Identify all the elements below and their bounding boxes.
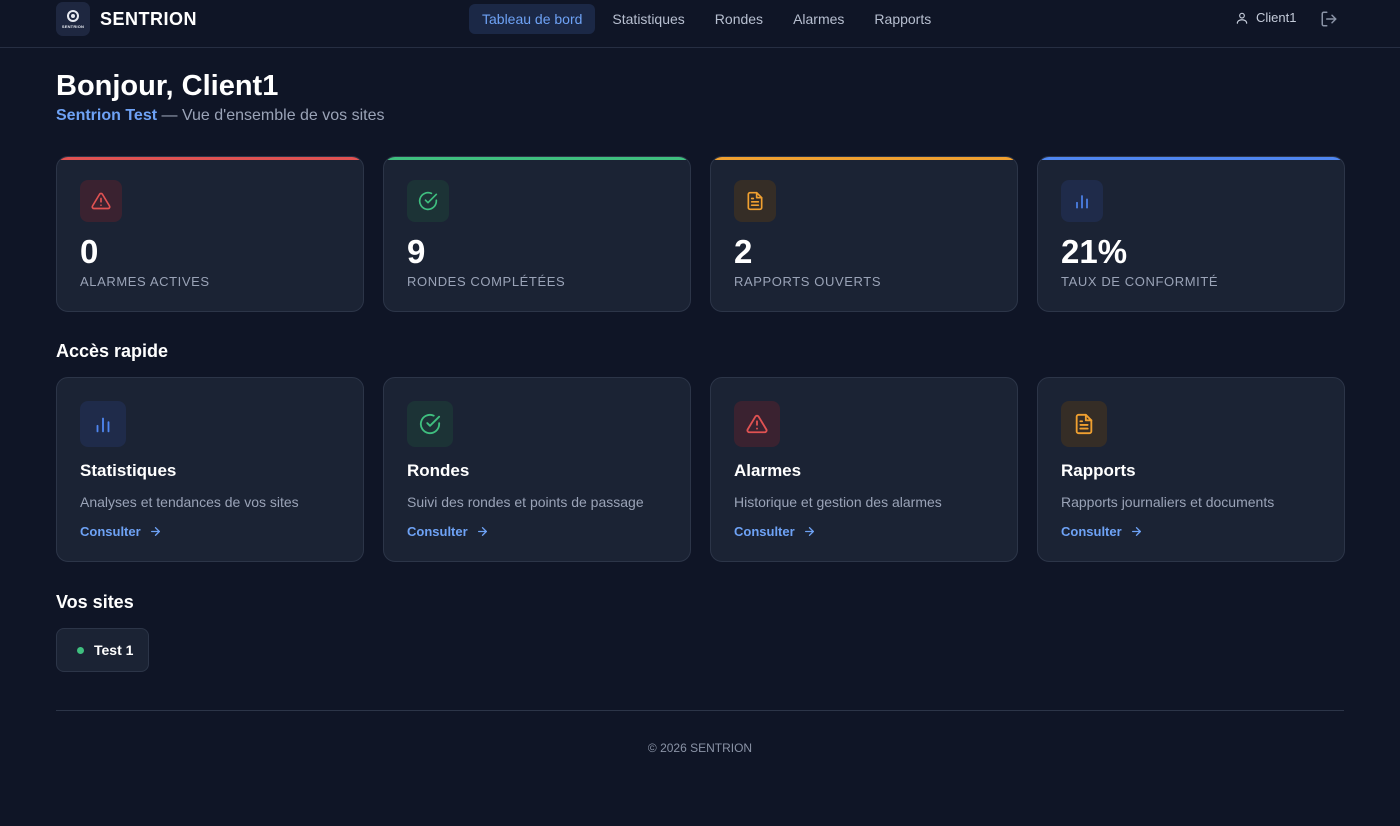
footer-copyright: © 2026 SENTRION xyxy=(647,741,753,755)
nav-link-dashboard[interactable]: Tableau de bord xyxy=(469,4,596,34)
arrow-right-icon xyxy=(804,527,814,536)
page-title: Bonjour, Client1 xyxy=(56,70,279,102)
stat-label: RONDES COMPLÉTÉES xyxy=(407,274,566,289)
quick-card-title: Statistiques xyxy=(80,461,177,480)
quick-card-statistics[interactable]: Statistiques Analyses et tendances de vo… xyxy=(56,377,364,562)
stat-value: 0 xyxy=(80,233,99,270)
stat-value: 21% xyxy=(1061,233,1128,270)
quick-card-title: Alarmes xyxy=(734,461,802,480)
logo-text: SENTRION xyxy=(61,23,85,29)
consult-link[interactable]: Consulter xyxy=(407,524,489,539)
brand[interactable]: SENTRION SENTRION xyxy=(56,2,197,36)
stats-row: 0 ALARMES ACTIVES 9 RONDES COMPLÉTÉES 2 … xyxy=(56,156,1345,312)
user-menu[interactable]: Client1 xyxy=(1235,10,1296,25)
stat-accent-bar xyxy=(57,157,363,160)
bar-chart-icon xyxy=(1076,195,1088,209)
quick-card-description: Analyses et tendances de vos sites xyxy=(80,494,299,510)
bar-chart-icon xyxy=(96,417,110,433)
document-icon xyxy=(1075,413,1093,435)
nav-link-statistics[interactable]: Statistiques xyxy=(599,4,697,34)
stat-label: ALARMES ACTIVES xyxy=(80,274,210,289)
quick-access-grid: Statistiques Analyses et tendances de vo… xyxy=(56,377,1345,562)
brand-name: SENTRION xyxy=(100,8,198,29)
stat-card-compliance: 21% TAUX DE CONFORMITÉ xyxy=(1037,156,1345,312)
quick-icon-box xyxy=(734,401,780,447)
consult-link-label: Consulter xyxy=(407,524,468,539)
sites-title: Vos sites xyxy=(56,592,134,612)
quick-card-description: Historique et gestion des alarmes xyxy=(734,494,942,510)
site-name: Test 1 xyxy=(94,642,134,658)
top-navbar: SENTRION SENTRION Tableau de bord Statis… xyxy=(0,0,1400,48)
stat-value: 2 xyxy=(734,233,753,270)
stat-accent-bar xyxy=(1038,157,1344,160)
quick-card-rounds[interactable]: Rondes Suivi des rondes et points de pas… xyxy=(383,377,691,562)
document-icon xyxy=(747,191,763,211)
stat-icon-box xyxy=(80,180,122,222)
quick-access-title: Accès rapide xyxy=(56,341,169,361)
quick-card-alarms[interactable]: Alarmes Historique et gestion des alarme… xyxy=(710,377,1018,562)
stat-accent-bar xyxy=(384,157,690,160)
check-circle-icon xyxy=(419,413,441,435)
consult-link[interactable]: Consulter xyxy=(80,524,162,539)
subtitle-text: — Vue d'ensemble de vos sites xyxy=(157,107,385,124)
nav-link-reports[interactable]: Rapports xyxy=(861,4,944,34)
nav-link-alarms[interactable]: Alarmes xyxy=(780,4,857,34)
consult-link-label: Consulter xyxy=(734,524,795,539)
user-icon xyxy=(1236,12,1248,24)
site-chip[interactable]: Test 1 xyxy=(56,628,149,672)
quick-icon-box xyxy=(407,401,453,447)
organization-name: Sentrion Test xyxy=(56,107,158,124)
user-name: Client1 xyxy=(1256,10,1297,25)
stat-value: 9 xyxy=(407,233,426,270)
consult-link[interactable]: Consulter xyxy=(1061,524,1143,539)
stat-icon-box xyxy=(1061,180,1103,222)
stat-icon-box xyxy=(734,180,776,222)
warning-icon xyxy=(91,192,111,210)
logo-mark-icon xyxy=(67,9,79,22)
arrow-right-icon xyxy=(477,527,487,536)
quick-card-reports[interactable]: Rapports Rapports journaliers et documen… xyxy=(1037,377,1345,562)
stat-card-alarms: 0 ALARMES ACTIVES xyxy=(56,156,364,312)
stat-label: RAPPORTS OUVERTS xyxy=(734,274,882,289)
quick-icon-box xyxy=(1061,401,1107,447)
stat-card-rounds: 9 RONDES COMPLÉTÉES xyxy=(383,156,691,312)
logout-icon xyxy=(1321,11,1337,27)
quick-card-title: Rapports xyxy=(1061,461,1136,480)
quick-card-description: Rapports journaliers et documents xyxy=(1061,494,1275,510)
stat-accent-bar xyxy=(711,157,1017,160)
quick-icon-box xyxy=(80,401,126,447)
stat-card-reports: 2 RAPPORTS OUVERTS xyxy=(710,156,1018,312)
logo: SENTRION xyxy=(56,2,90,36)
arrow-right-icon xyxy=(1131,527,1141,536)
page-subtitle: Sentrion Test — Vue d'ensemble de vos si… xyxy=(56,107,385,125)
warning-icon xyxy=(746,414,768,434)
consult-link-label: Consulter xyxy=(1061,524,1122,539)
consult-link[interactable]: Consulter xyxy=(734,524,816,539)
site-status-dot xyxy=(77,646,84,654)
main-nav: Tableau de bord Statistiques Rondes Alar… xyxy=(469,4,948,34)
nav-link-rounds[interactable]: Rondes xyxy=(702,4,776,34)
quick-card-description: Suivi des rondes et points de passage xyxy=(407,494,644,510)
logout-button[interactable] xyxy=(1320,10,1338,33)
arrow-right-icon xyxy=(150,527,160,536)
footer-divider xyxy=(56,710,1344,711)
stat-label: TAUX DE CONFORMITÉ xyxy=(1061,274,1219,289)
check-circle-icon xyxy=(418,191,438,211)
quick-card-title: Rondes xyxy=(407,461,470,480)
consult-link-label: Consulter xyxy=(80,524,141,539)
stat-icon-box xyxy=(407,180,449,222)
